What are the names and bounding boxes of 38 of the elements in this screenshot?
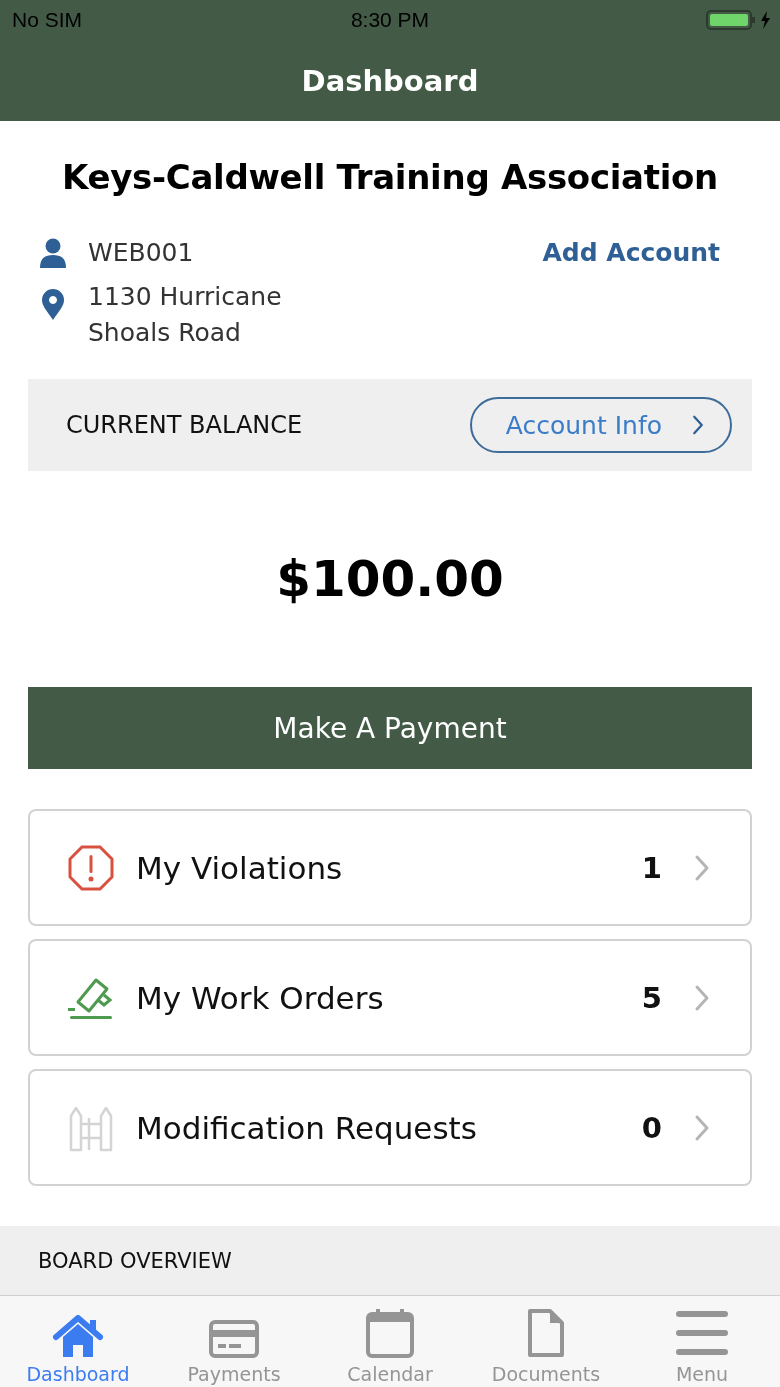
battery-icon [706,10,756,30]
status-time: 8:30 PM [350,8,430,31]
section-heading: BOARD OVERVIEW [38,1248,232,1273]
document-icon [526,1307,566,1359]
tab-bar-item[interactable]: Payments [156,1296,312,1387]
account-address: 1130 Hurricane Shoals Road [88,281,282,349]
balance-label: CURRENT BALANCE [66,411,303,439]
make-payment-button[interactable]: Make A Payment [28,687,752,769]
card-count: 5 [641,980,662,1015]
tab-bar-item[interactable]: Documents [468,1296,624,1387]
card-label: My Violations [136,849,344,886]
person-icon [39,238,67,268]
location-pin-icon [41,289,65,321]
dashboard-card[interactable]: Modification Requests 0 [28,1069,752,1186]
warning-octagon-icon [67,843,115,892]
chevron-right-icon [694,853,710,882]
card-label: My Work Orders [136,979,385,1016]
dashboard-card[interactable]: My Violations 1 [28,809,752,926]
balance-amount: $100.00 [276,550,504,608]
chevron-right-icon [694,983,710,1012]
card-count: 1 [641,850,662,885]
calendar-icon [365,1307,415,1359]
tab-bar-item[interactable]: Calendar [312,1296,468,1387]
card-label: Modification Requests [136,1109,478,1146]
tab-bar-item[interactable]: Menu [624,1296,780,1387]
account-id: WEB001 [88,237,195,269]
chevron-right-icon [694,1113,710,1142]
association-name: Keys-Caldwell Training Association [60,157,720,197]
tab-bar-item[interactable]: Dashboard [0,1296,156,1387]
dashboard-card[interactable]: My Work Orders 5 [28,939,752,1056]
card-count: 0 [641,1110,662,1145]
chevron-right-icon [692,414,704,436]
screen-title: Dashboard [301,63,479,98]
add-account-link[interactable]: Add Account [542,235,720,271]
carrier-label: No SIM [12,8,82,32]
account-info-button[interactable]: Account Info [469,397,732,453]
credit-card-icon [209,1319,259,1359]
home-icon [52,1315,104,1359]
